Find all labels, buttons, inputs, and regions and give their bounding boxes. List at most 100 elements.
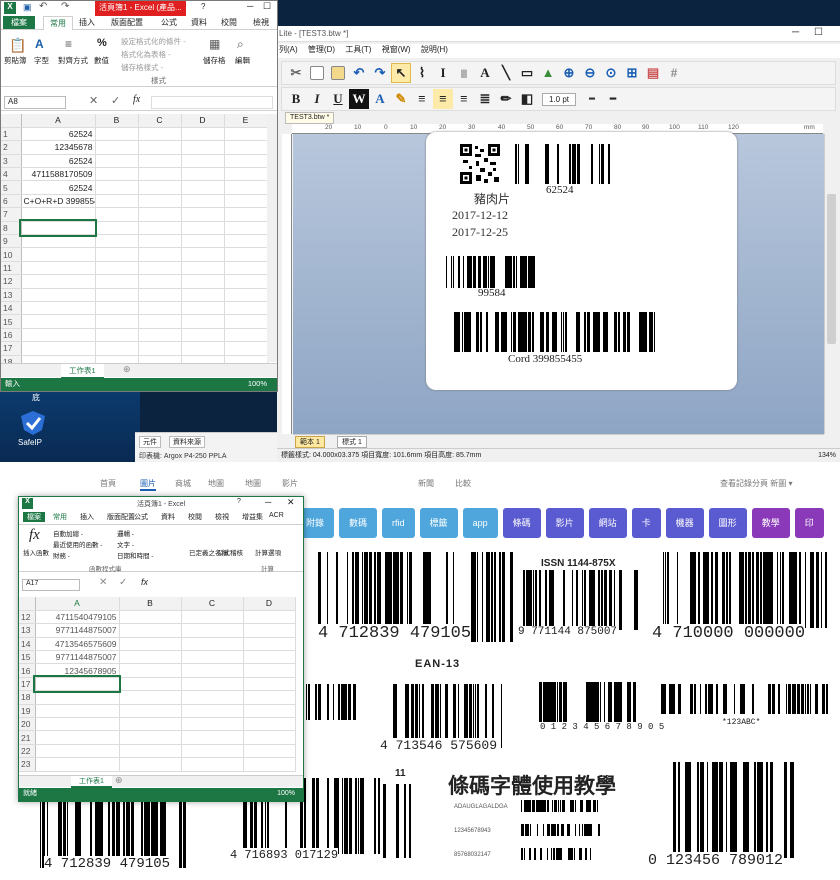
cell[interactable] <box>95 274 139 289</box>
cell-a[interactable] <box>21 207 96 222</box>
row-header[interactable]: 7 <box>1 207 22 222</box>
bold-icon[interactable]: B <box>286 89 306 109</box>
cell-a[interactable] <box>21 301 96 316</box>
cell[interactable] <box>138 207 182 222</box>
text-tool-icon[interactable]: A <box>475 63 495 83</box>
ribbon-cells[interactable]: 儲存格 <box>203 55 226 66</box>
cell[interactable] <box>95 234 139 249</box>
menu-item[interactable]: 列(A) <box>279 45 298 54</box>
cell[interactable] <box>181 341 225 356</box>
cell[interactable] <box>119 704 182 719</box>
cell[interactable] <box>181 744 244 759</box>
barcode-image-vertical[interactable] <box>382 784 412 858</box>
cell[interactable] <box>181 247 225 262</box>
cell-a[interactable] <box>21 261 96 276</box>
tag-pill[interactable]: 條碼 <box>502 508 541 538</box>
cell[interactable] <box>181 221 225 236</box>
cell-a[interactable] <box>21 314 96 329</box>
cell[interactable] <box>138 261 182 276</box>
align-center-icon[interactable]: ≡ <box>433 89 453 109</box>
italic-icon[interactable]: I <box>307 89 327 109</box>
cond-format[interactable]: 設定格式化的條件 - <box>121 36 186 47</box>
ruler-toggle-icon[interactable]: ▤ <box>643 63 663 83</box>
cell[interactable] <box>119 757 182 772</box>
cell-a[interactable] <box>35 717 120 732</box>
cell-a[interactable]: 12345678 <box>21 140 96 155</box>
insert-function[interactable]: 插入函數 <box>23 547 49 557</box>
tab-home[interactable]: 常用 <box>43 16 73 30</box>
cell[interactable] <box>224 180 268 195</box>
cancel-icon[interactable]: ✕ <box>99 577 107 588</box>
cell-a[interactable] <box>19 219 97 237</box>
undo-icon[interactable]: ↶ <box>349 63 369 83</box>
highlight-icon[interactable]: ✎ <box>391 89 411 109</box>
col-header[interactable]: C <box>138 114 182 128</box>
row-header[interactable]: 22 <box>19 744 36 759</box>
ribbon-tab[interactable]: 校閱 <box>188 512 202 522</box>
cell[interactable] <box>138 301 182 316</box>
cell[interactable] <box>95 301 139 316</box>
cell-a[interactable]: 9771144875007 <box>35 650 120 665</box>
cell[interactable] <box>181 690 244 705</box>
tag-pill[interactable]: 卡 <box>631 508 661 538</box>
cell[interactable] <box>119 690 182 705</box>
cell[interactable] <box>224 288 268 302</box>
cell[interactable] <box>243 650 296 665</box>
cell-a[interactable]: 12345678905 <box>35 663 120 678</box>
cell[interactable] <box>224 167 268 182</box>
menu-item[interactable]: 工具(T) <box>345 45 371 54</box>
cell[interactable] <box>181 677 244 692</box>
row-header[interactable]: 10 <box>1 247 22 262</box>
barcode-99584[interactable] <box>444 256 538 288</box>
text-fn[interactable]: 文字 - <box>117 539 134 549</box>
reverse-icon[interactable]: W <box>349 89 369 109</box>
scroll-thumb[interactable] <box>827 194 836 344</box>
ribbon-tab[interactable]: 檔案 <box>23 512 45 522</box>
fx-icon[interactable]: fx <box>133 94 140 105</box>
cell-a[interactable]: 62524 <box>21 180 96 195</box>
col-header[interactable]: A <box>35 597 120 611</box>
cell[interactable] <box>224 127 268 142</box>
menu-item[interactable]: 管理(D) <box>308 45 335 54</box>
qr-code[interactable] <box>460 144 500 184</box>
cell[interactable] <box>138 274 182 289</box>
col-header[interactable]: E <box>224 114 268 128</box>
cell[interactable] <box>138 180 182 195</box>
cell[interactable] <box>181 704 244 719</box>
ribbon-tab[interactable]: 增益集 <box>242 512 263 522</box>
cell[interactable] <box>243 744 296 759</box>
col-header[interactable]: A <box>21 114 96 128</box>
cell-a[interactable] <box>35 730 120 745</box>
row-header[interactable]: 23 <box>19 757 36 772</box>
label-text-code1[interactable]: 62524 <box>546 184 574 196</box>
zoom-fit-icon[interactable]: ⊙ <box>601 63 621 83</box>
nav-item[interactable]: 首頁 <box>100 478 116 489</box>
cell[interactable] <box>138 154 182 169</box>
row-header[interactable]: 4 <box>1 167 22 182</box>
ribbon-tab[interactable]: 檢視 <box>215 512 229 522</box>
cell-a[interactable] <box>21 234 96 249</box>
cell[interactable] <box>119 637 182 652</box>
cell[interactable] <box>95 167 139 182</box>
brush-icon[interactable]: ⌇ <box>412 63 432 83</box>
col-header[interactable]: C <box>181 597 244 611</box>
align-right-icon[interactable]: ≡ <box>454 89 474 109</box>
cell[interactable] <box>138 247 182 262</box>
safeip-icon[interactable] <box>20 410 46 436</box>
add-sheet-icon[interactable]: ⊕ <box>115 775 123 786</box>
cell[interactable] <box>181 757 244 772</box>
enter-icon[interactable]: ✓ <box>119 577 127 588</box>
underline-icon[interactable]: U <box>328 89 348 109</box>
cell[interactable] <box>119 663 182 678</box>
cell-a[interactable]: 9771144875007 <box>35 623 120 638</box>
format-table[interactable]: 格式化為表格 - <box>121 49 171 60</box>
sheet-tab-1[interactable]: 工作表1 <box>61 364 104 379</box>
cell[interactable] <box>224 247 268 262</box>
row-header[interactable]: 14 <box>19 637 36 652</box>
tag-pill[interactable]: rfid <box>382 508 415 538</box>
nav-item[interactable]: 影片 <box>282 478 298 489</box>
barcode-image-3[interactable] <box>662 552 828 628</box>
cell-a[interactable] <box>33 675 121 693</box>
nav-item[interactable]: 地圖 <box>245 478 261 489</box>
cell[interactable] <box>243 677 296 692</box>
